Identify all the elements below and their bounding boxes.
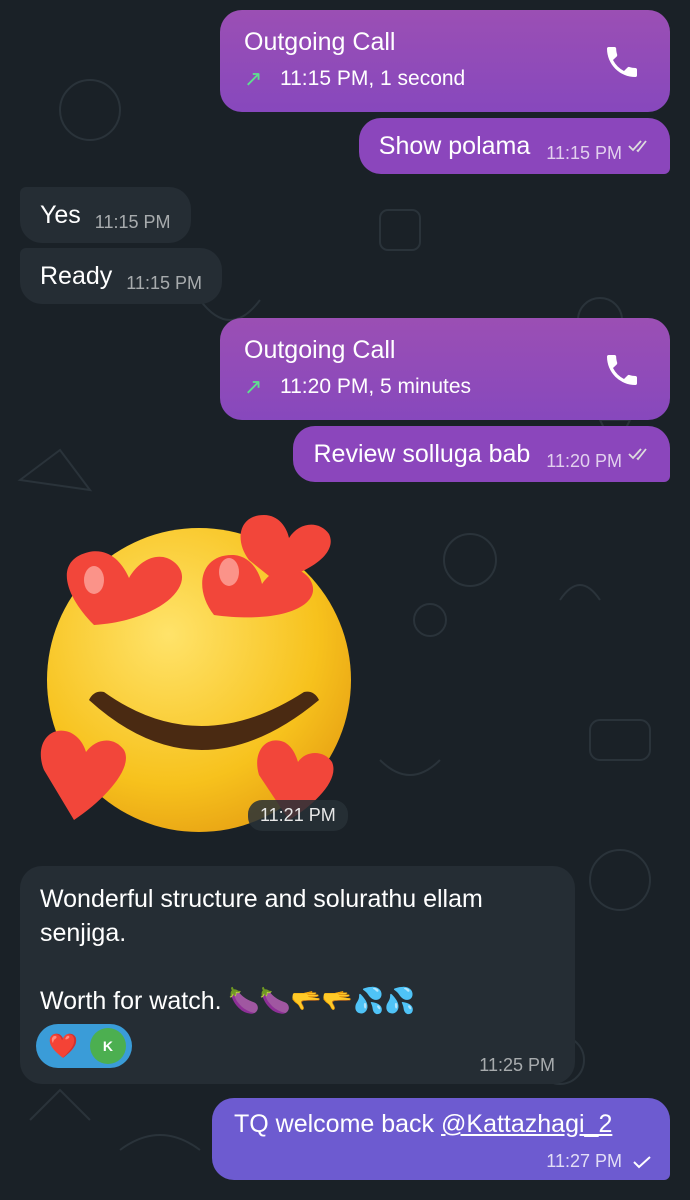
message-text: Show polama: [378, 131, 531, 160]
message-line: senjiga.: [40, 919, 127, 947]
message-line: Worth for watch. 🍆🍆🫳🫳💦💦: [40, 987, 416, 1015]
phone-icon[interactable]: [602, 42, 642, 82]
double-check-icon: [628, 140, 647, 153]
mention-link[interactable]: @Kattazhagi_2: [441, 1110, 612, 1138]
incoming-message[interactable]: Yes 11:15 PM: [20, 187, 191, 243]
call-title: Outgoing Call: [244, 336, 396, 364]
message-time: 11:25 PM: [479, 1055, 555, 1075]
heart-eyes-emoji-sticker[interactable]: [34, 500, 354, 840]
call-title: Outgoing Call: [244, 28, 396, 56]
phone-icon[interactable]: [602, 350, 642, 390]
outgoing-call-bubble[interactable]: Outgoing Call ↗ 11:20 PM, 5 minutes: [220, 318, 670, 420]
avatar: K: [89, 1028, 126, 1064]
message-time: 11:15 PM: [94, 211, 171, 232]
heart-reaction: ❤️: [48, 1032, 78, 1060]
outgoing-message[interactable]: TQ welcome back @Kattazhagi_2 11:27 PM: [212, 1098, 670, 1180]
incoming-message[interactable]: Wonderful structure and solurathu ellam …: [20, 866, 575, 1084]
arrow-up-right-icon: ↗: [244, 374, 263, 399]
incoming-message[interactable]: Ready 11:15 PM: [20, 248, 222, 304]
outgoing-message[interactable]: Review solluga bab 11:20 PM: [293, 426, 670, 482]
check-icon: [633, 1155, 651, 1168]
message-time: 11:20 PM: [546, 450, 622, 471]
message-time: 11:27 PM: [546, 1151, 622, 1171]
message-text: Ready: [40, 261, 113, 290]
double-check-icon: [628, 448, 647, 461]
message-line: Wonderful structure and solurathu ellam: [40, 885, 483, 913]
message-text: TQ welcome back: [234, 1110, 442, 1138]
reaction-chip[interactable]: ❤️ K: [36, 1024, 132, 1068]
arrow-up-right-icon: ↗: [244, 66, 263, 91]
sticker-time: 11:21 PM: [248, 800, 348, 831]
message-time: 11:15 PM: [546, 142, 622, 163]
outgoing-message[interactable]: Show polama 11:15 PM: [358, 118, 670, 174]
message-text: Yes: [40, 200, 81, 229]
call-detail: 11:15 PM, 1 second: [280, 67, 466, 90]
message-time: 11:15 PM: [126, 272, 202, 293]
call-detail: 11:20 PM, 5 minutes: [280, 375, 472, 398]
outgoing-call-bubble[interactable]: Outgoing Call ↗ 11:15 PM, 1 second: [220, 10, 670, 112]
message-text: Review solluga bab: [313, 439, 531, 468]
